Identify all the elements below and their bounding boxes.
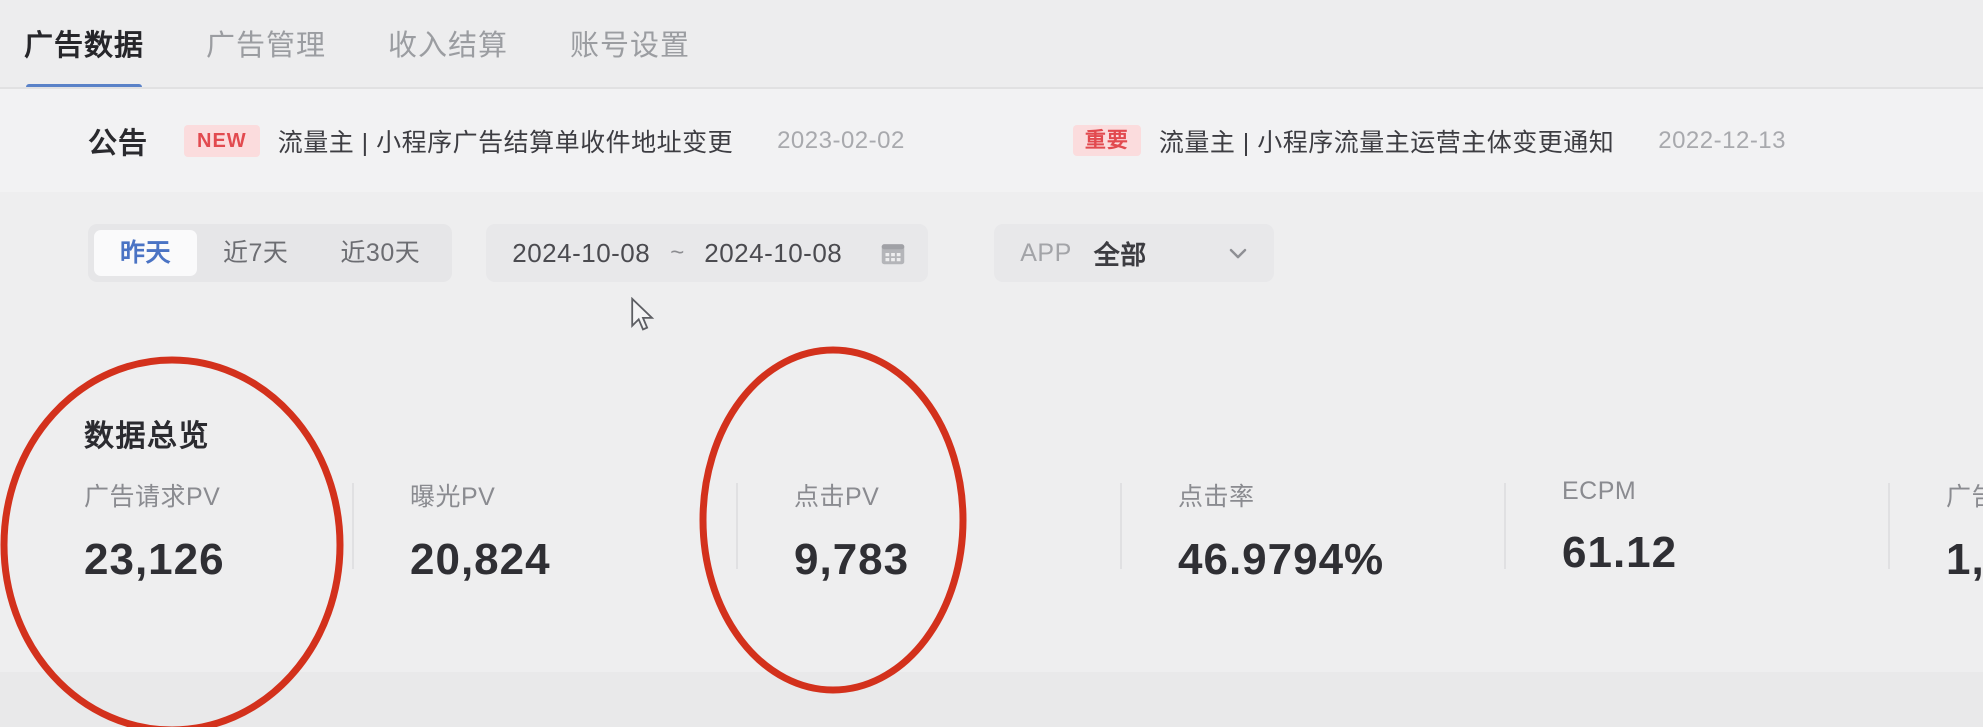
tab-label: 收入结算 [388, 30, 509, 62]
metric-ad-revenue: 广告收入(元) i 1,272.95 [1888, 477, 1983, 585]
metric-label: 曝光PV [410, 477, 736, 513]
announcement-date: 2023-02-02 [777, 126, 905, 154]
metric-click-pv: 点击PV 9,783 [736, 477, 1120, 585]
date-range-end[interactable]: 2024-10-08 [704, 238, 842, 269]
date-preset-segmented-control: 昨天 近7天 近30天 [88, 224, 453, 282]
preset-last-30-days[interactable]: 近30天 [314, 230, 446, 276]
data-overview-card: 数据总览 广告请求PV 23,126 曝光PV 20,824 点击PV 9,78… [0, 337, 1983, 672]
chevron-down-icon[interactable] [1224, 239, 1252, 267]
metric-label: ECPM [1562, 477, 1888, 506]
metric-value: 9,783 [794, 535, 910, 584]
announcement-date: 2022-12-13 [1658, 126, 1786, 154]
tab-account-settings[interactable]: 账号设置 [570, 22, 690, 90]
metric-label-text: 点击PV [794, 483, 880, 511]
announcement-link[interactable]: 流量主 | 小程序广告结算单收件地址变更 [278, 123, 733, 159]
date-range-start[interactable]: 2024-10-08 [512, 238, 650, 269]
metric-value: 20,824 [410, 535, 551, 584]
preset-label: 近7天 [223, 239, 289, 267]
metric-label: 广告请求PV [84, 477, 352, 513]
announcement-item-1[interactable]: NEW 流量主 | 小程序广告结算单收件地址变更 2023-02-02 [184, 123, 905, 159]
preset-label: 近30天 [340, 239, 421, 267]
tab-label: 广告管理 [206, 30, 327, 62]
overview-title: 数据总览 [84, 420, 210, 453]
page-bottom-strip [0, 672, 1983, 727]
preset-yesterday[interactable]: 昨天 [94, 230, 198, 276]
preset-label: 昨天 [120, 239, 172, 267]
metric-label-text: 广告收入(元) [1946, 483, 1983, 511]
mouse-cursor [631, 297, 655, 331]
top-tab-bar: 广告数据 广告管理 收入结算 账号设置 [0, 0, 1983, 90]
tab-income-settlement[interactable]: 收入结算 [388, 22, 508, 90]
metric-label: 广告收入(元) i [1946, 477, 1983, 513]
announcement-item-2[interactable]: 重要 流量主 | 小程序流量主运营主体变更通知 2022-12-13 [1072, 123, 1786, 159]
filter-bar: 昨天 近7天 近30天 2024-10-08 ~ 2024-10-08 APP … [0, 192, 1983, 337]
tab-ad-data[interactable]: 广告数据 [24, 22, 144, 90]
metric-label-text: 曝光PV [410, 483, 496, 511]
metric-ecpm: ECPM 61.12 [1504, 477, 1888, 578]
preset-last-7-days[interactable]: 近7天 [197, 230, 314, 276]
metric-label-text: ECPM [1562, 477, 1637, 505]
metric-list: 广告请求PV 23,126 曝光PV 20,824 点击PV 9,783 点击率… [84, 477, 1983, 585]
announcement-title: 公告 [88, 127, 149, 160]
date-range-separator: ~ [670, 239, 685, 266]
calendar-icon[interactable] [878, 238, 908, 268]
metric-label: 点击PV [794, 477, 1120, 513]
metric-impression-pv: 曝光PV 20,824 [352, 477, 736, 585]
app-filter-select[interactable]: APP 全部 [994, 224, 1275, 282]
metric-value: 46.9794% [1178, 535, 1385, 584]
tab-ad-management[interactable]: 广告管理 [206, 22, 326, 90]
important-badge: 重要 [1072, 124, 1141, 157]
metric-label-text: 点击率 [1178, 483, 1255, 511]
app-filter-label: APP [1020, 238, 1072, 267]
new-badge: NEW [184, 124, 260, 157]
date-range-picker[interactable]: 2024-10-08 ~ 2024-10-08 [486, 224, 929, 282]
metric-value: 61.12 [1562, 528, 1678, 577]
announcement-bar: 公告 NEW 流量主 | 小程序广告结算单收件地址变更 2023-02-02 重… [0, 89, 1983, 192]
metric-click-rate: 点击率 46.9794% [1120, 477, 1504, 585]
app-filter-value: 全部 [1093, 239, 1147, 270]
metric-ad-request-pv: 广告请求PV 23,126 [84, 477, 352, 585]
metric-label-text: 广告请求PV [84, 483, 221, 511]
page-root: 广告数据 广告管理 收入结算 账号设置 公告 NEW 流量主 | 小程序广告结算… [0, 0, 1983, 727]
metric-label: 点击率 [1178, 477, 1504, 513]
metric-value: 23,126 [84, 535, 225, 584]
metric-value: 1,272.95 [1946, 535, 1983, 584]
announcement-link[interactable]: 流量主 | 小程序流量主运营主体变更通知 [1159, 123, 1614, 159]
tab-label: 广告数据 [24, 30, 145, 62]
tab-label: 账号设置 [570, 30, 691, 62]
tab-list: 广告数据 广告管理 收入结算 账号设置 [24, 22, 752, 90]
